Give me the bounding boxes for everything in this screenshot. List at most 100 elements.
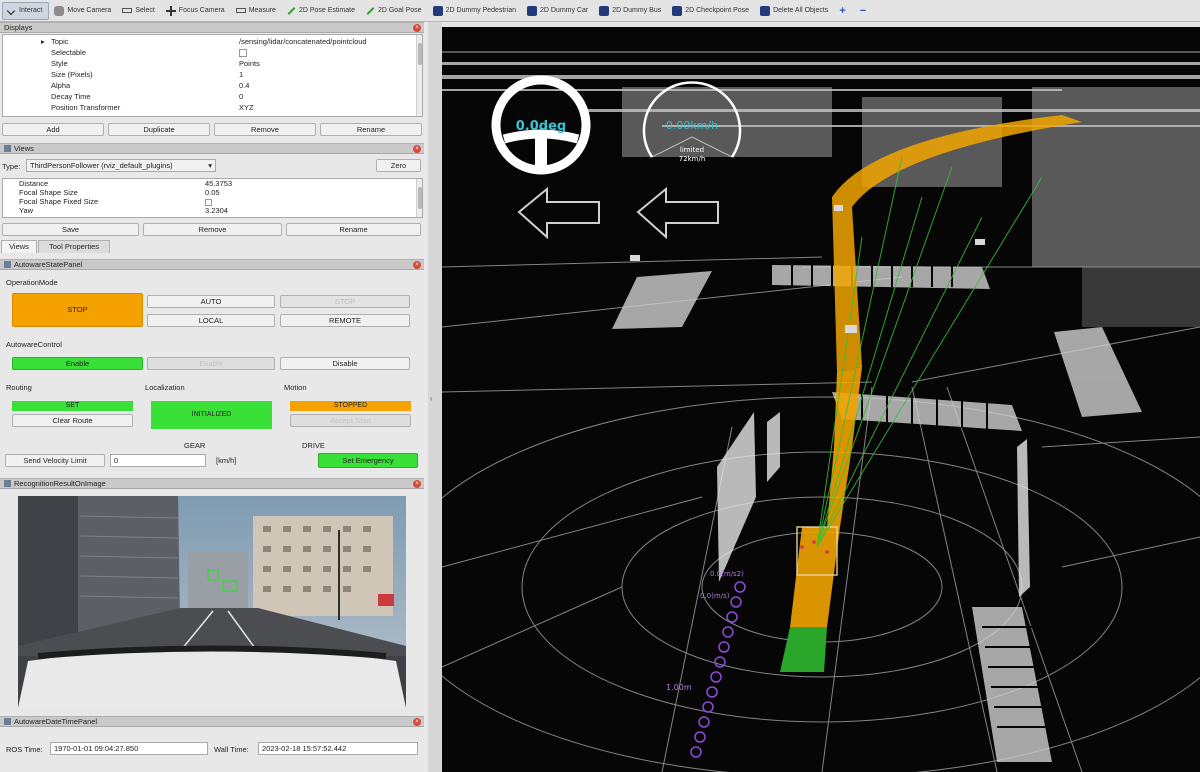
display-prop-value[interactable]: /sensing/lidar/concatenated/pointcloud (239, 36, 367, 47)
save-view-button[interactable]: Save (2, 223, 139, 236)
view-prop-value[interactable]: 45.3753 (205, 179, 232, 188)
display-prop-name: Decay Time (51, 92, 91, 101)
rename-display-button[interactable]: Rename (320, 123, 422, 136)
tool-select[interactable]: Select (119, 2, 160, 20)
tool-2d-checkpoint-pose[interactable]: 2D Checkpoint Pose (669, 2, 755, 20)
close-icon[interactable]: × (413, 261, 421, 269)
splitter-handle-icon[interactable]: ‹ (430, 394, 433, 403)
tool-move-camera[interactable]: Move Camera (51, 2, 117, 20)
autoware-state-panel-header[interactable]: AutowareStatePanel × (0, 259, 424, 270)
tool-label: Delete All Objects (773, 7, 829, 14)
tab-tool-properties[interactable]: Tool Properties (38, 240, 110, 253)
tool-label: Interact (19, 7, 43, 14)
datetime-title: AutowareDateTimePanel (14, 717, 98, 726)
close-icon[interactable]: × (413, 145, 421, 153)
add-display-button[interactable]: Add (2, 123, 104, 136)
display-prop-value[interactable]: 1 (239, 69, 243, 80)
trajectory-distance-label: 1.00m (666, 683, 692, 692)
tool-focus-camera[interactable]: Focus Camera (163, 2, 231, 20)
remote-mode-button[interactable]: REMOTE (280, 314, 410, 327)
plus-icon: + (839, 4, 846, 17)
local-mode-button[interactable]: LOCAL (147, 314, 275, 327)
display-prop-value[interactable]: 0.4 (239, 80, 249, 91)
close-icon[interactable]: × (413, 718, 421, 726)
panel-icon (4, 261, 11, 268)
recognition-title: RecognitionResultOnImage (14, 479, 106, 488)
steering-angle-value: 0.0deg (515, 119, 567, 134)
left-turn-signal-icon (517, 186, 600, 240)
panel-icon (4, 480, 11, 487)
set-emergency-button[interactable]: Set Emergency (318, 453, 418, 468)
tool-label: 2D Goal Pose (377, 7, 422, 14)
auto-mode-button[interactable]: AUTO (147, 295, 275, 308)
autoware-state-title: AutowareStatePanel (14, 260, 83, 269)
tool-2d-goal-pose[interactable]: 2D Goal Pose (363, 2, 428, 20)
display-prop-value[interactable]: 0 (239, 91, 243, 102)
tool-delete-all-objects[interactable]: Delete All Objects (757, 2, 834, 20)
camera-scene (18, 496, 406, 708)
clear-route-button[interactable]: Clear Route (12, 414, 133, 427)
tool-2d-dummy-pedestrian[interactable]: 2D Dummy Pedestrian (430, 2, 522, 20)
recognition-panel-header[interactable]: RecognitionResultOnImage × (0, 478, 424, 489)
rename-view-button[interactable]: Rename (286, 223, 421, 236)
rviz-3d-render-view[interactable]: 0.0deg 0.00km/h limited 72km/h 0.0(m/s) … (442, 27, 1200, 772)
display-prop-value[interactable]: XYZ (239, 102, 254, 113)
close-icon[interactable]: × (413, 480, 421, 488)
velocity-limit-input[interactable]: 0 (110, 454, 206, 467)
zero-button[interactable]: Zero (376, 159, 421, 172)
tool-2d-dummy-bus[interactable]: 2D Dummy Bus (596, 2, 667, 20)
views-scrollbar[interactable] (416, 179, 422, 217)
view-prop-name: Focal Shape Size (19, 188, 78, 197)
view-type-value: ThirdPersonFollower (rviz_default_plugin… (30, 161, 173, 170)
ros-time-label: ROS Time: (6, 745, 43, 754)
object-accel-label: 0.0(m/s2) (710, 570, 744, 578)
tool-interact[interactable]: Interact (2, 1, 50, 20)
duplicate-display-button[interactable]: Duplicate (108, 123, 210, 136)
tool-label: 2D Dummy Pedestrian (445, 7, 516, 14)
datetime-panel-header[interactable]: AutowareDateTimePanel × (0, 716, 424, 727)
select-icon (122, 8, 133, 13)
tool-label: 2D Checkpoint Pose (685, 7, 750, 14)
view-prop-value[interactable]: 3.2304 (205, 206, 228, 215)
pose-arrow-icon (287, 6, 296, 15)
remove-tool-button[interactable]: − (857, 2, 875, 20)
pedestrian-icon (432, 5, 443, 16)
localization-status-badge: INITIALIZED (151, 401, 272, 429)
send-velocity-limit-button[interactable]: Send Velocity Limit (5, 454, 105, 467)
enable-control-button[interactable]: Enable (12, 357, 143, 370)
view-type-select[interactable]: ThirdPersonFollower (rviz_default_plugin… (26, 159, 216, 172)
tool-measure[interactable]: Measure (233, 2, 282, 20)
selectable-checkbox[interactable] (239, 49, 247, 57)
display-prop-name: Style (51, 59, 68, 68)
tool-label: Measure (248, 7, 276, 14)
goal-arrow-icon (366, 6, 375, 15)
displays-panel-header[interactable]: Displays × (0, 22, 424, 33)
chevron-down-icon: ▾ (208, 161, 212, 170)
tool-label: 2D Dummy Car (539, 7, 589, 14)
remove-view-button[interactable]: Remove (143, 223, 282, 236)
add-tool-button[interactable]: + (836, 2, 854, 20)
tool-2d-pose-estimate[interactable]: 2D Pose Estimate (284, 2, 361, 20)
view-prop-value[interactable]: 0.05 (205, 188, 220, 197)
close-icon[interactable]: × (413, 24, 421, 32)
displays-tree[interactable]: ▸ Topic /sensing/lidar/concatenated/poin… (2, 34, 423, 117)
disable-control-button[interactable]: Disable (280, 357, 410, 370)
gear-value: DRIVE (302, 441, 325, 450)
view-prop-name: Yaw (19, 206, 34, 215)
current-speed-value: 0.00km/h (665, 119, 719, 132)
tab-views[interactable]: Views (1, 240, 37, 253)
fixed-size-checkbox[interactable] (205, 199, 212, 206)
tool-2d-dummy-car[interactable]: 2D Dummy Car (524, 2, 594, 20)
right-turn-signal-icon (636, 186, 719, 240)
velocity-unit-label: [km/h] (216, 456, 237, 465)
accept-start-button: Accept Start (290, 414, 411, 427)
display-prop-name: Alpha (51, 81, 71, 90)
views-panel-header[interactable]: Views × (0, 143, 424, 154)
tree-expand-arrow[interactable]: ▸ (41, 36, 45, 47)
operation-mode-label: OperationMode (6, 278, 58, 287)
stop-mode-button[interactable]: STOP (12, 293, 143, 327)
displays-scrollbar[interactable] (416, 35, 422, 116)
display-prop-value[interactable]: Points (239, 58, 260, 69)
remove-display-button[interactable]: Remove (214, 123, 316, 136)
view-properties-tree[interactable]: Distance 45.3753 Focal Shape Size 0.05 F… (2, 178, 423, 218)
